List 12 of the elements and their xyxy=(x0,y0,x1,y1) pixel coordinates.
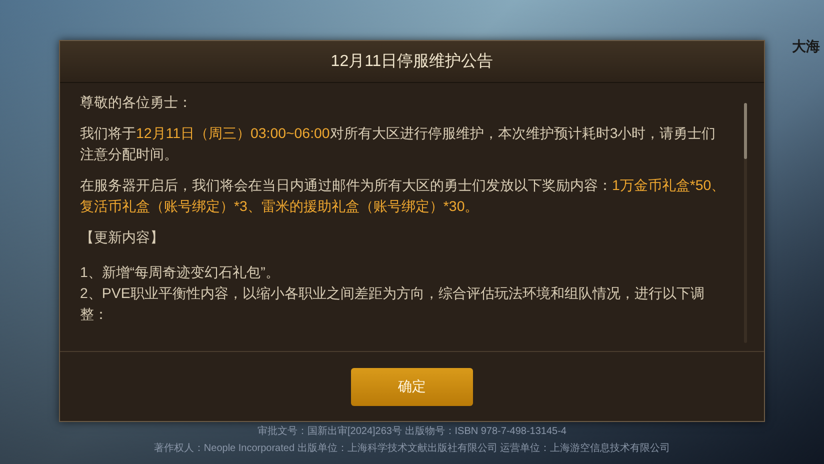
confirm-button[interactable]: 确定 xyxy=(351,368,473,406)
scrollbar-thumb[interactable] xyxy=(744,103,747,159)
paragraph-text: 在服务器开启后，我们将会在当日内通过邮件为所有大区的勇士们发放以下奖励内容：1万金币礼盒*50、复活币礼盒（账号绑定）*3、雷米的援助礼盒（账号绑定）*30。 xyxy=(80,177,726,217)
list-item-text: 1、新增“每周奇迹变幻石礼包”。 xyxy=(80,264,280,283)
corner-text: 大海 xyxy=(792,37,820,56)
paragraph-text: 【更新内容】 xyxy=(80,229,165,248)
dialog-title: 12月11日停服维护公告 xyxy=(330,52,494,72)
paragraph-text: 我们将于12月11日（周三）03:00~06:00对所有大区进行停服维护，本次维护预计耗时3小时，请勇士们注意分配时间。 xyxy=(80,125,717,165)
list-item-text: 2、PVE职业平衡性内容，以缩小各职业之间差距为方向，综合评估玩法环境和组队情况，进行以下调整： xyxy=(80,285,706,325)
footer-text: 审批文号：国新出审[2024]263号 出版物号：ISBN 978-7-498-13145-4 xyxy=(257,424,566,439)
footer-text: 著作权人：Neople Incorporated 出版单位：上海科学技术文献出版社有限公司 运营单位：上海游空信息技术有限公司 xyxy=(154,442,670,456)
paragraph-text: 尊敬的各位勇士： xyxy=(80,94,193,113)
